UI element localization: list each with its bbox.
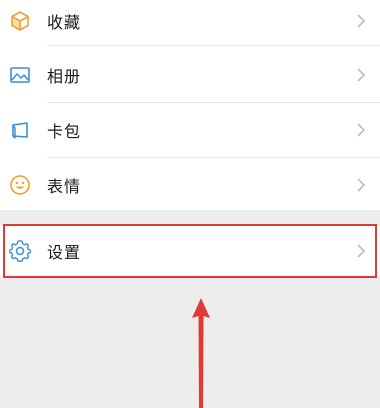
album-picture-icon [10,67,30,83]
chevron-right-icon [357,178,365,192]
menu-item-favorites[interactable]: 收藏 [0,0,380,48]
chevron-right-icon [357,14,365,28]
menu-item-album[interactable]: 相册 [0,48,380,102]
chevron-right-icon [357,123,365,137]
emoji-smile-icon [10,175,30,195]
annotation-highlight-box [3,224,377,278]
menu-item-label: 相册 [47,67,82,86]
menu-item-emoji[interactable]: 表情 [0,158,380,212]
menu-group-main: 收藏 相册 卡包 表情 [0,0,380,210]
chevron-right-icon [357,68,365,82]
divider [47,45,380,46]
favorites-cube-icon [11,11,29,31]
menu-item-card-wallet[interactable]: 卡包 [0,103,380,157]
card-wallet-icon [12,122,28,139]
annotation-arrow-up [192,298,210,408]
menu-item-label: 收藏 [47,13,82,32]
menu-item-label: 卡包 [47,122,82,141]
menu-item-label: 表情 [47,177,82,196]
